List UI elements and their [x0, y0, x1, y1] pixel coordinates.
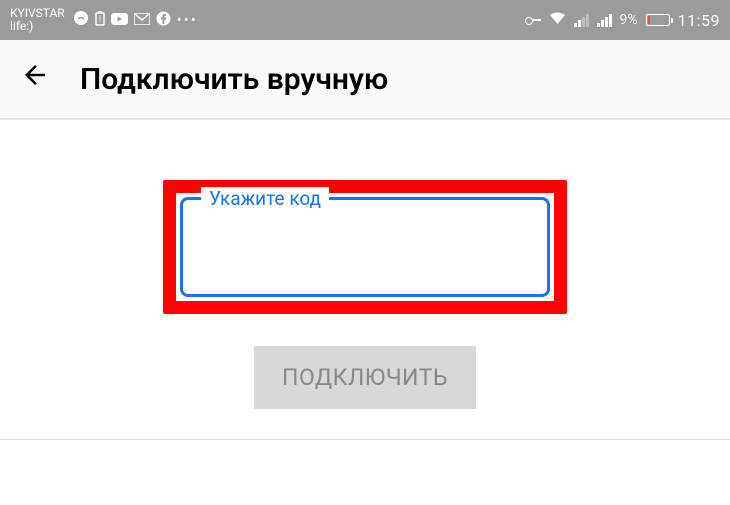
app-icon [73, 10, 89, 30]
signal-sim2-icon [597, 14, 612, 27]
divider [0, 439, 730, 440]
page-title: Подключить вручную [80, 62, 388, 97]
more-notifications-icon: ••• [177, 11, 198, 29]
wifi-icon [549, 12, 566, 29]
svg-text:!: ! [99, 15, 101, 25]
back-button[interactable] [20, 60, 50, 98]
content-area: Укажите код ПОДКЛЮЧИТЬ [0, 120, 730, 440]
carrier-label: KYIVSTAR life:) [10, 7, 65, 33]
app-bar: Подключить вручную [0, 40, 730, 120]
facebook-icon [156, 11, 171, 30]
vpn-key-icon [525, 15, 541, 25]
youtube-icon [111, 11, 128, 29]
notification-icons: ! ••• [73, 10, 198, 30]
code-input-container[interactable]: Укажите код [180, 197, 550, 297]
code-input-label: Укажите код [201, 187, 329, 210]
highlight-annotation: Укажите код [163, 180, 567, 314]
battery-icon [646, 14, 670, 26]
signal-sim1-icon [574, 14, 589, 27]
carrier-line2: life:) [10, 20, 65, 33]
status-bar: KYIVSTAR life:) ! ••• [0, 0, 730, 40]
status-left: KYIVSTAR life:) ! ••• [10, 7, 198, 33]
gmail-icon [134, 11, 150, 29]
battery-percent: 9% [620, 12, 638, 28]
clock: 11:59 [678, 11, 720, 30]
status-right: 9% 11:59 [525, 11, 720, 30]
battery-notification-icon: ! [95, 11, 105, 30]
code-input[interactable] [183, 200, 547, 294]
connect-button[interactable]: ПОДКЛЮЧИТЬ [254, 346, 476, 409]
